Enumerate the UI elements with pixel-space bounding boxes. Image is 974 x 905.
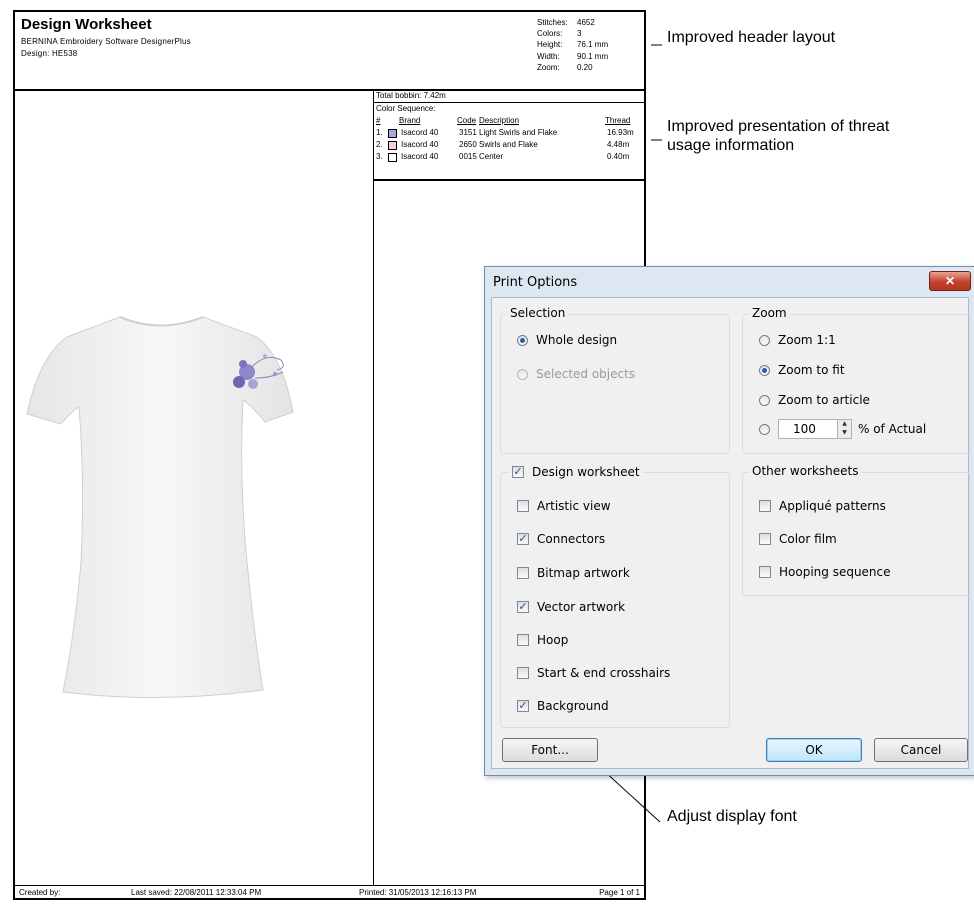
checkbox-bitmap-artwork[interactable]: Bitmap artwork — [517, 566, 630, 580]
zoom-percent-input[interactable]: 100 — [778, 419, 838, 439]
zoom-percent-suffix: % of Actual — [858, 422, 927, 436]
zoom-group: Zoom Zoom 1:1 Zoom to fit Zoom to articl… — [742, 306, 970, 454]
design-worksheet-checkbox[interactable]: ✓ Design worksheet — [509, 465, 643, 479]
option-label: Hooping sequence — [779, 565, 891, 579]
checkbox[interactable] — [517, 667, 529, 679]
radio-button[interactable] — [759, 334, 770, 346]
stepper-down-icon[interactable]: ▼ — [838, 429, 851, 438]
radio-button-disabled — [517, 368, 528, 380]
checkbox-applique-patterns[interactable]: Appliqué patterns — [759, 499, 886, 513]
option-label: Color film — [779, 532, 837, 546]
selection-group-title: Selection — [507, 306, 569, 320]
checkbox[interactable] — [759, 500, 771, 512]
radio-button[interactable] — [759, 423, 770, 435]
checkbox[interactable] — [517, 567, 529, 579]
close-button[interactable]: ✕ — [929, 271, 971, 291]
checkbox-artistic-view[interactable]: Artistic view — [517, 499, 611, 513]
checkbox-checked[interactable]: ✓ — [517, 533, 529, 545]
option-label: Vector artwork — [537, 600, 626, 614]
group-title: Design worksheet — [532, 465, 640, 479]
option-label: Selected objects — [536, 367, 636, 381]
radio-whole-design[interactable]: Whole design — [517, 333, 617, 347]
option-label: Zoom to fit — [778, 363, 845, 377]
checkbox-hoop[interactable]: Hoop — [517, 633, 568, 647]
zoom-percent-stepper[interactable]: 100 ▲ ▼ — [778, 419, 852, 439]
option-label: Appliqué patterns — [779, 499, 886, 513]
checkbox-vector-artwork[interactable]: ✓ Vector artwork — [517, 600, 625, 614]
stepper-up-icon[interactable]: ▲ — [838, 420, 851, 429]
dialog-title: Print Options — [493, 275, 578, 290]
option-label: Zoom to article — [778, 393, 870, 407]
option-label: Background — [537, 699, 609, 713]
font-button[interactable]: Font... — [502, 738, 598, 762]
callout-display-font: Adjust display font — [667, 808, 797, 825]
option-label: Hoop — [537, 633, 569, 647]
checkbox[interactable] — [759, 533, 771, 545]
other-worksheets-title: Other worksheets — [749, 464, 862, 478]
design-worksheet-group: ✓ Design worksheet Artistic view ✓ Connect… — [500, 465, 730, 728]
radio-button-checked[interactable] — [517, 334, 528, 346]
checkbox-checked[interactable]: ✓ — [517, 601, 529, 613]
checkbox[interactable] — [517, 634, 529, 646]
print-options-dialog: Print Options ✕ Selection Whole design S… — [484, 266, 974, 776]
radio-zoom-custom[interactable]: 100 ▲ ▼ % of Actual — [759, 419, 926, 439]
option-label: Zoom 1:1 — [778, 333, 836, 347]
radio-zoom-to-fit[interactable]: Zoom to fit — [759, 363, 845, 377]
option-label: Connectors — [537, 532, 606, 546]
option-label: Start & end crosshairs — [537, 666, 671, 680]
radio-button[interactable] — [759, 394, 770, 406]
callout-thread-usage: Improved presentation of threat usage in… — [667, 118, 890, 154]
radio-button-checked[interactable] — [759, 364, 770, 376]
option-label: Bitmap artwork — [537, 566, 630, 580]
checkbox-checked[interactable]: ✓ — [512, 466, 524, 478]
checkbox-connectors[interactable]: ✓ Connectors — [517, 532, 605, 546]
close-icon: ✕ — [944, 274, 956, 288]
cancel-button[interactable]: Cancel — [874, 738, 968, 762]
selection-group: Selection Whole design Selected objects — [500, 306, 730, 454]
ok-button[interactable]: OK — [766, 738, 862, 762]
radio-zoom-1-1[interactable]: Zoom 1:1 — [759, 333, 836, 347]
checkbox-background[interactable]: ✓ Background — [517, 699, 609, 713]
checkbox-color-film[interactable]: Color film — [759, 532, 837, 546]
checkbox-hooping-sequence[interactable]: Hooping sequence — [759, 565, 891, 579]
radio-selected-objects: Selected objects — [517, 367, 635, 381]
checkbox-start-end-crosshairs[interactable]: Start & end crosshairs — [517, 666, 670, 680]
callout-header-layout: Improved header layout — [667, 29, 836, 46]
checkbox-checked[interactable]: ✓ — [517, 700, 529, 712]
option-label: Whole design — [536, 333, 618, 347]
other-worksheets-group: Other worksheets Appliqué patterns Color… — [742, 464, 970, 596]
checkbox[interactable] — [759, 566, 771, 578]
checkbox[interactable] — [517, 500, 529, 512]
zoom-group-title: Zoom — [749, 306, 790, 320]
stepper-buttons[interactable]: ▲ ▼ — [838, 419, 852, 439]
radio-zoom-to-article[interactable]: Zoom to article — [759, 393, 870, 407]
dialog-body: Selection Whole design Selected objects … — [491, 297, 970, 769]
option-label: Artistic view — [537, 499, 611, 513]
